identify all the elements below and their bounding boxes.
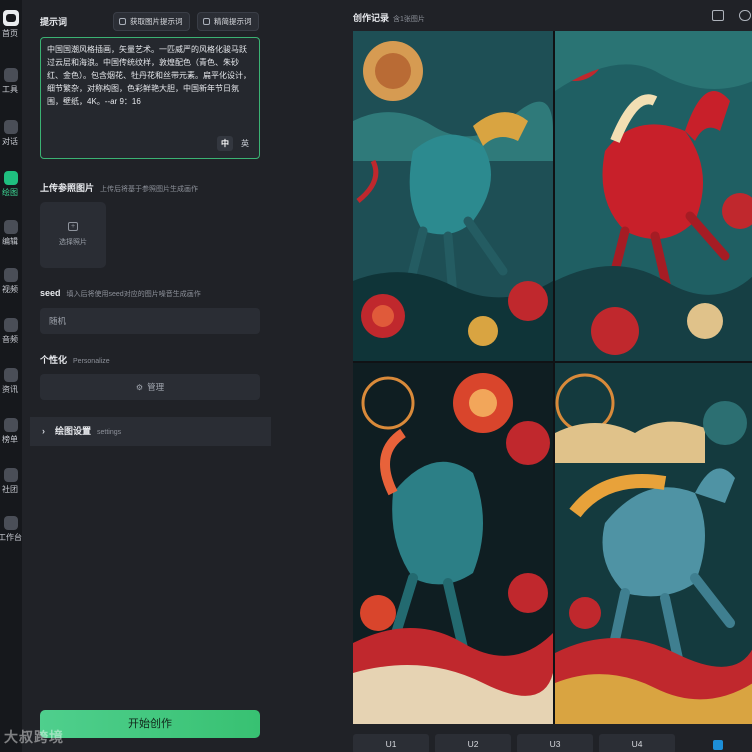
- get-image-prompt-label: 获取图片提示词: [130, 17, 183, 26]
- nav-edit[interactable]: 编辑: [0, 220, 22, 247]
- refresh-variation-icon[interactable]: [713, 740, 723, 750]
- prompt-label: 提示词: [40, 17, 68, 27]
- prompt-textarea[interactable]: 中国国潮风格插画，矢量艺术。一匹威严的风格化骏马跃过云层和海浪。中国传统纹样，敦…: [40, 37, 260, 159]
- manage-personalize-button[interactable]: ⚙ 管理: [40, 374, 260, 400]
- watermark-text: 大叔跨境: [4, 729, 64, 745]
- nav-workbench-label: 工作台: [0, 533, 22, 542]
- nav-community[interactable]: 社团: [0, 468, 22, 495]
- nav-tools-label: 工具: [2, 85, 18, 94]
- nav-edit-label: 编辑: [2, 237, 18, 246]
- gallery-subtitle: 含1张图片: [393, 16, 425, 23]
- generated-image-1[interactable]: [353, 31, 553, 361]
- select-photo-label: 选择照片: [59, 239, 87, 246]
- generated-image-4[interactable]: [555, 363, 752, 724]
- nav-news-label: 资讯: [2, 385, 18, 394]
- seed-input[interactable]: 随机: [40, 308, 260, 334]
- get-image-prompt-button[interactable]: 获取图片提示词: [113, 12, 190, 31]
- nav-video[interactable]: 视频: [0, 268, 22, 295]
- teal-horse-art: [353, 31, 553, 361]
- nav-audio-label: 音频: [2, 335, 18, 344]
- nav-audio[interactable]: 音频: [0, 318, 22, 345]
- start-create-button[interactable]: 开始创作: [40, 710, 260, 738]
- upload-image-button[interactable]: + 选择照片: [40, 202, 106, 268]
- nav-video-label: 视频: [2, 285, 18, 294]
- seed-section-title: seed 填入后将使用seed对应的图片噪音生成画作: [40, 288, 201, 299]
- nav-ranking[interactable]: 榜单: [0, 418, 22, 445]
- add-image-icon: +: [68, 222, 78, 231]
- audio-icon: [4, 318, 18, 332]
- upscale-u1-button[interactable]: U1: [353, 734, 429, 752]
- upscale-u3-button[interactable]: U3: [517, 734, 593, 752]
- nav-chat-label: 对话: [2, 137, 18, 146]
- nav-community-label: 社团: [2, 485, 18, 494]
- upscale-u4-button[interactable]: U4: [599, 734, 675, 752]
- image-icon: [119, 18, 126, 25]
- settings-hint: settings: [97, 429, 122, 436]
- optimize-prompt-button[interactable]: 精简提示词: [197, 12, 259, 31]
- generated-image-grid[interactable]: [353, 31, 752, 724]
- heart-icon[interactable]: [739, 10, 751, 21]
- personalize-hint: Personalize: [73, 358, 110, 365]
- manage-label: 管理: [147, 382, 165, 392]
- red-horse-art: [555, 31, 752, 361]
- personalize-label: 个性化: [40, 355, 68, 365]
- draw-icon: [4, 171, 18, 185]
- upscale-button-row: U1 U2 U3 U4: [353, 734, 675, 752]
- nav-chat[interactable]: 对话: [0, 120, 22, 147]
- settings-gear-icon: ⚙: [135, 383, 144, 392]
- seed-label: seed: [40, 288, 61, 298]
- personalize-section-title: 个性化 Personalize: [40, 353, 110, 366]
- generated-image-3[interactable]: [353, 363, 553, 724]
- folder-icon[interactable]: [712, 10, 724, 21]
- ranking-icon: [4, 418, 18, 432]
- news-icon: [4, 368, 18, 382]
- nav-workbench[interactable]: 工作台: [0, 516, 22, 543]
- nav-news[interactable]: 资讯: [0, 368, 22, 395]
- golden-cloud-horse-art: [555, 363, 752, 724]
- nav-ranking-label: 榜单: [2, 435, 18, 444]
- nav-home[interactable]: 首页: [0, 10, 22, 39]
- floral-horse-art: [353, 363, 553, 724]
- gallery-header: 创作记录 含1张图片: [353, 11, 425, 24]
- sparkle-icon: [203, 18, 210, 25]
- chat-icon: [4, 120, 18, 134]
- lang-en-button[interactable]: 英: [237, 136, 253, 151]
- upload-label: 上传参照图片: [40, 183, 95, 193]
- nav-tools[interactable]: 工具: [0, 68, 22, 95]
- chevron-right-icon: ›: [42, 426, 45, 436]
- app-logo-icon: [3, 10, 19, 26]
- upload-section-title: 上传参照图片 上传后将基于参照图片生成画作: [40, 181, 198, 194]
- upscale-u2-button[interactable]: U2: [435, 734, 511, 752]
- community-icon: [4, 468, 18, 482]
- prompt-text: 中国国潮风格插画，矢量艺术。一匹威严的风格化骏马跃过云层和海浪。中国传统纹样，敦…: [47, 45, 251, 106]
- nav-draw-label: 绘图: [2, 188, 18, 197]
- lang-zh-button[interactable]: 中: [217, 136, 233, 151]
- gallery-title: 创作记录: [353, 13, 390, 23]
- language-toggle: 中 英: [217, 136, 253, 151]
- nav-home-label: 首页: [2, 29, 18, 38]
- drawing-settings-toggle[interactable]: › 绘图设置 settings: [30, 417, 271, 446]
- edit-icon: [4, 220, 18, 234]
- upload-hint: 上传后将基于参照图片生成画作: [100, 186, 199, 193]
- optimize-prompt-label: 精简提示词: [214, 17, 252, 26]
- workbench-icon: [4, 516, 18, 530]
- video-icon: [4, 268, 18, 282]
- nav-draw[interactable]: 绘图: [0, 171, 22, 198]
- creation-panel: 提示词 获取图片提示词 精简提示词 中国国潮风格插画，矢量艺术。一匹威严的风格化…: [30, 0, 271, 752]
- generated-image-2[interactable]: [555, 31, 752, 361]
- settings-label: 绘图设置: [55, 426, 92, 436]
- seed-hint: 填入后将使用seed对应的图片噪音生成画作: [66, 291, 201, 298]
- tools-icon: [4, 68, 18, 82]
- left-nav-rail: 首页 工具 对话 绘图 编辑 视频 音频 资讯 榜单 社团 工作台: [0, 0, 22, 752]
